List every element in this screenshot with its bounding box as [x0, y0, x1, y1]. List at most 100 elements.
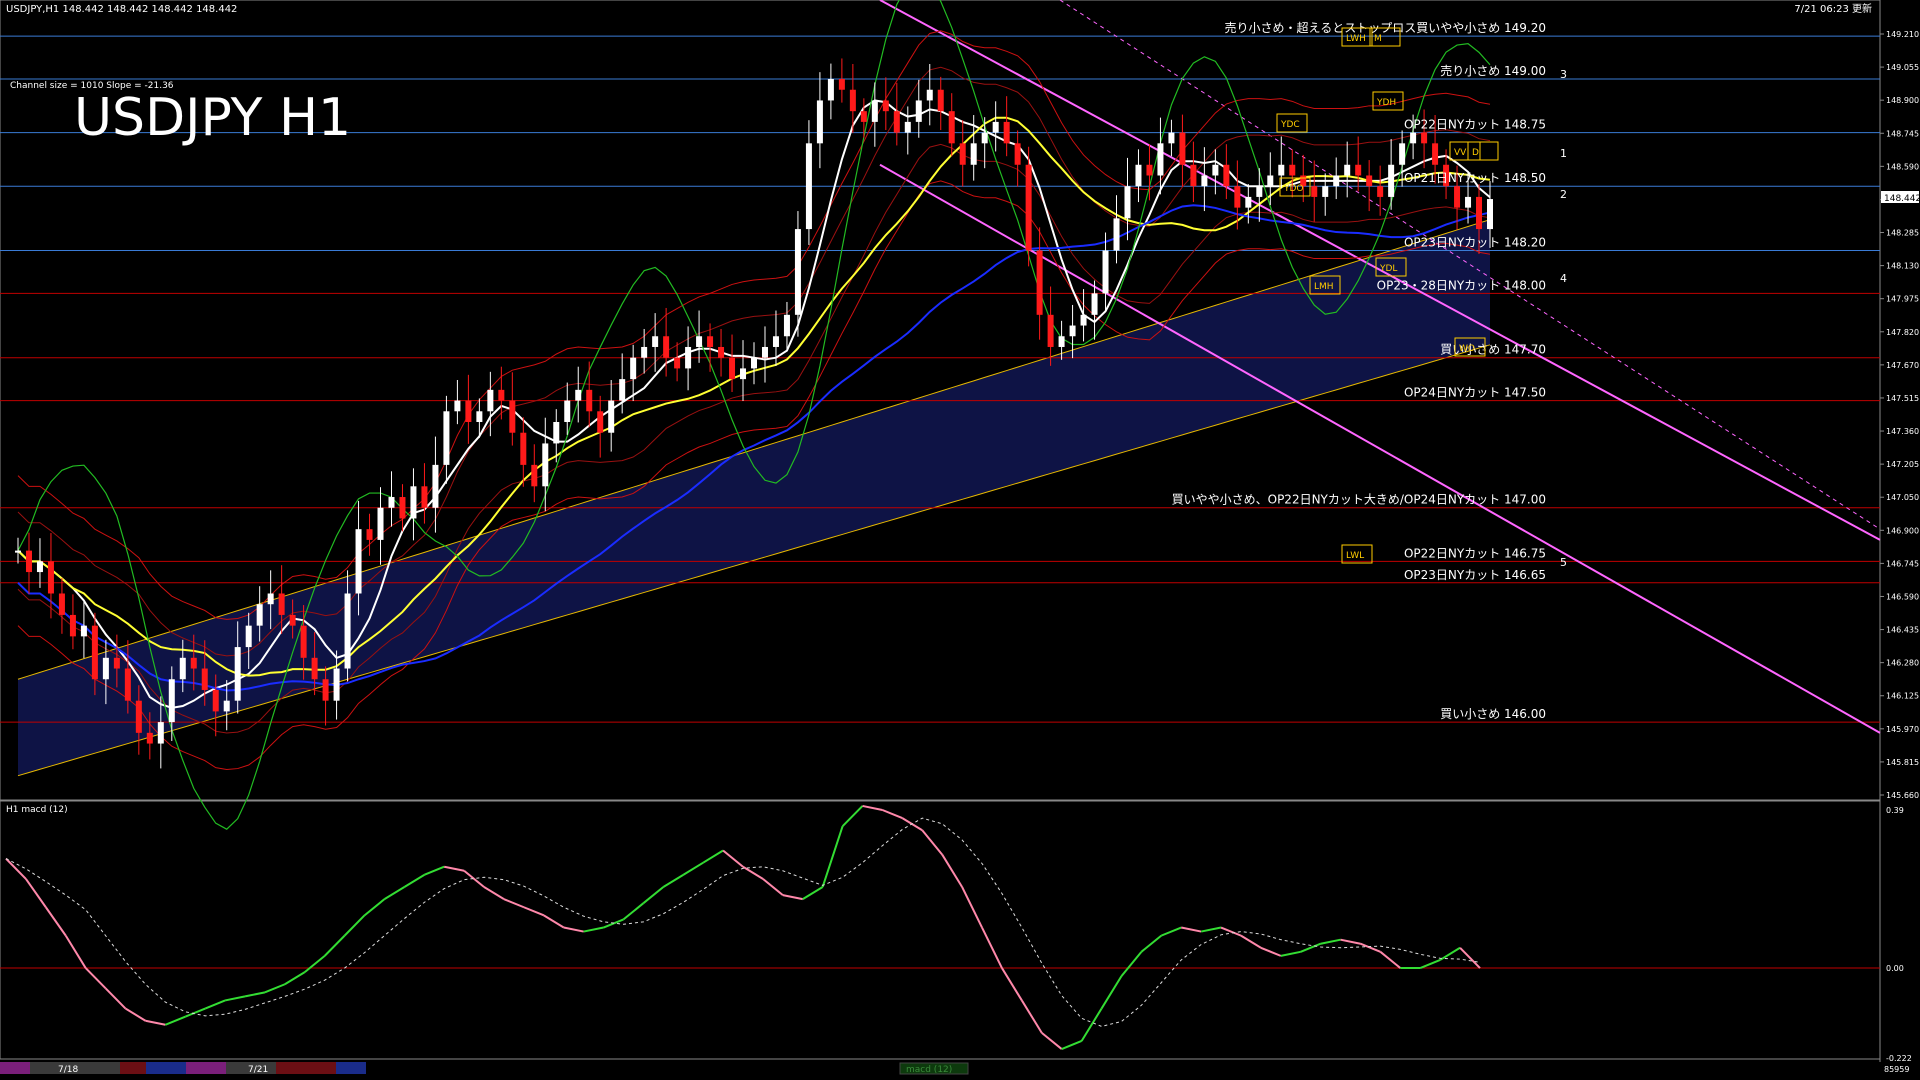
- candle-body: [761, 346, 768, 358]
- candle-body: [300, 625, 307, 658]
- candle-body: [619, 379, 626, 401]
- candle-body: [69, 614, 76, 637]
- boxed-marker-label: VV: [1454, 148, 1467, 158]
- candle-body: [1036, 250, 1043, 315]
- candle-body: [509, 400, 516, 433]
- candle-body: [388, 497, 395, 508]
- candle-body: [1146, 164, 1153, 176]
- candle-body: [1212, 164, 1219, 176]
- level-label: 買いやや小さめ、OP22日NYカット大きめ/OP24日NYカット 147.00: [1172, 493, 1546, 507]
- macd-frame: [0, 800, 1881, 1060]
- candle-body: [344, 593, 351, 669]
- price-tick-label: 147.050: [1886, 493, 1919, 502]
- candle-body: [1476, 196, 1483, 230]
- candle-body: [1421, 132, 1428, 144]
- candle-body: [641, 346, 648, 358]
- macd-axis-label: 0.39: [1886, 806, 1904, 815]
- candle-body: [234, 647, 241, 701]
- symbol-line: USDJPY,H1 148.442 148.442 148.442 148.44…: [6, 4, 237, 15]
- price-tick-label: 146.590: [1886, 592, 1919, 601]
- boxed-marker-label: WO: [1459, 344, 1475, 354]
- date-label-2: 7/21: [248, 1065, 268, 1075]
- price-tick-label: 145.660: [1886, 791, 1919, 800]
- candle-body: [1190, 164, 1197, 187]
- level-label: OP23・28日NYカット 148.00: [1377, 278, 1546, 292]
- candle-body: [1344, 164, 1351, 176]
- candle-body: [816, 100, 823, 144]
- candle-body: [355, 529, 362, 594]
- candle-body: [1322, 186, 1329, 197]
- candle-body: [1003, 121, 1010, 144]
- candle-body: [751, 357, 757, 369]
- price-tick-label: 149.210: [1886, 30, 1919, 39]
- candle-body: [1454, 186, 1461, 208]
- candle-body: [520, 432, 527, 465]
- level-label: OP22日NYカット 146.75: [1404, 546, 1546, 560]
- price-axis-ticks: 149.210 149.055 148.900 148.745 148.590 148.4…: [1880, 30, 1919, 800]
- candle-body: [179, 657, 186, 680]
- candle-body: [674, 357, 681, 369]
- candle-body: [113, 657, 120, 669]
- channel-marker: 3: [1560, 68, 1567, 81]
- candle-body: [783, 314, 790, 337]
- price-tick-label: 148.745: [1886, 129, 1919, 138]
- candle-body: [267, 593, 274, 605]
- candle-body: [707, 336, 714, 347]
- level-label: 売り小さめ 149.00: [1440, 63, 1546, 78]
- chart-canvas: 31245 売り小さめ・超えるとストップロス買いやや小さめ 149.20売り小さ…: [0, 0, 1920, 1075]
- candle-body: [377, 507, 384, 540]
- level-label: 買い小さめ 146.00: [1440, 707, 1546, 721]
- price-tick-label: 147.975: [1886, 295, 1919, 304]
- candle-body: [168, 679, 175, 723]
- boxed-marker-label: LWL: [1346, 551, 1364, 561]
- candle-body: [970, 143, 977, 165]
- candle-body: [80, 625, 87, 637]
- candle-body: [399, 497, 406, 519]
- candle-body: [1179, 132, 1186, 165]
- candle-body: [322, 679, 329, 701]
- price-tick-label: 148.130: [1886, 262, 1919, 271]
- candle-body: [454, 400, 461, 412]
- candle-body: [794, 229, 801, 315]
- price-tick-label: 146.125: [1886, 692, 1919, 701]
- candle-body: [1278, 164, 1285, 176]
- boxed-marker-label: YDO: [1283, 184, 1304, 194]
- candle-body: [146, 732, 153, 744]
- level-label: OP21日NYカット 148.50: [1404, 171, 1546, 185]
- boxed-marker-label: YDH: [1376, 98, 1396, 108]
- candle-body: [1113, 218, 1120, 251]
- candle-body: [1432, 143, 1439, 165]
- boxed-marker-label: M: [1374, 34, 1382, 44]
- price-tick-label: 149.055: [1886, 63, 1919, 72]
- candle-body: [1058, 336, 1065, 347]
- candle-body: [36, 561, 43, 573]
- candle-body: [1025, 164, 1032, 251]
- candle-body: [410, 486, 417, 519]
- candle-body: [487, 389, 494, 412]
- candle-body: [652, 336, 659, 347]
- candle-body: [1168, 132, 1175, 144]
- price-tick-label: 145.815: [1886, 758, 1919, 767]
- level-label: OP24日NYカット 147.50: [1404, 386, 1546, 400]
- candle-body: [860, 111, 867, 122]
- candle-body: [893, 111, 900, 133]
- candle-body: [1377, 186, 1384, 197]
- candle-body: [135, 700, 142, 733]
- channel-marker: 5: [1560, 556, 1567, 569]
- candle-body: [1069, 325, 1076, 337]
- price-tick-label: 148.900: [1886, 96, 1919, 105]
- price-tick-label: 147.670: [1886, 361, 1919, 370]
- date-label-1: 7/18: [58, 1065, 78, 1075]
- candle-body: [15, 550, 21, 553]
- candle-body: [58, 593, 65, 615]
- candle-body: [91, 625, 98, 680]
- candle-body: [421, 486, 428, 508]
- candle-body: [366, 529, 373, 540]
- candle-body: [1366, 175, 1373, 187]
- candle-body: [630, 357, 637, 380]
- candle-body: [1223, 164, 1230, 187]
- price-tick-label: 146.900: [1886, 526, 1919, 535]
- big-title: USDJPY H1: [74, 88, 351, 148]
- candle-body: [586, 389, 593, 412]
- candle-body: [718, 346, 725, 358]
